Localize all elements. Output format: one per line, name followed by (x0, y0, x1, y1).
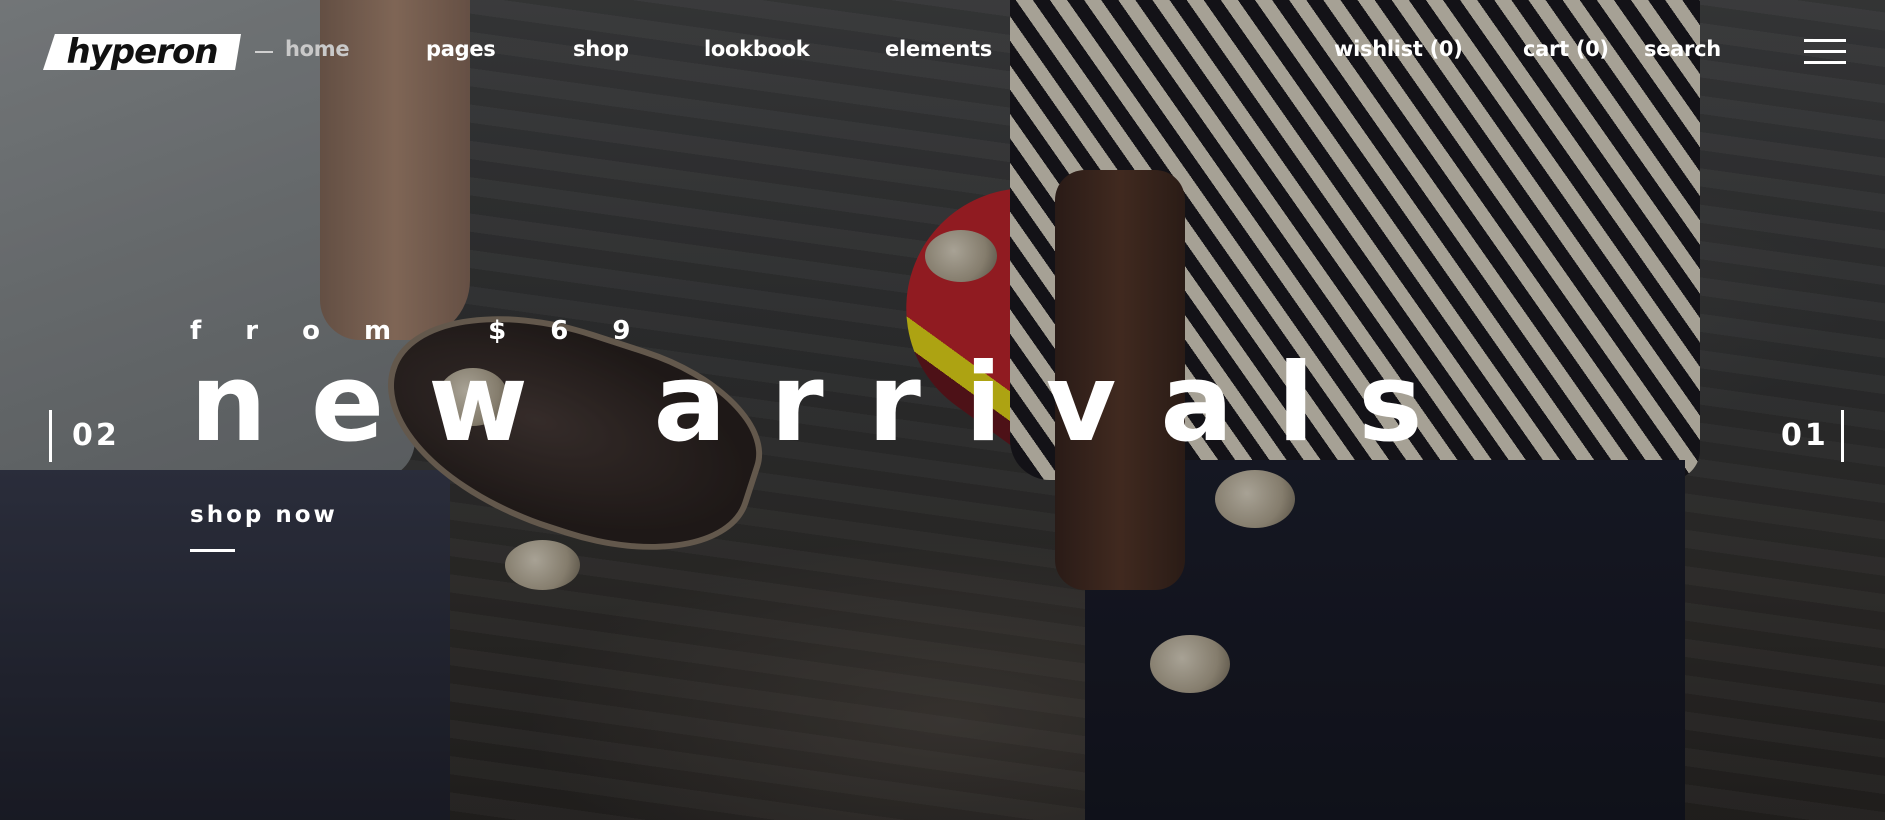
nav-link-pages[interactable]: pages (426, 37, 496, 61)
hero-headline: new arrivals (190, 341, 1467, 466)
hero-slider: hyperon home pages shop lookbook element… (0, 0, 1885, 820)
shop-now-button[interactable]: shop now (190, 502, 338, 528)
next-slide-button[interactable]: 01 (1781, 418, 1829, 453)
shop-now-underline (190, 549, 235, 552)
cart-link[interactable]: cart (0) (1523, 37, 1609, 61)
nav-link-elements[interactable]: elements (885, 37, 992, 61)
search-link[interactable]: search (1644, 37, 1721, 61)
wishlist-link[interactable]: wishlist (0) (1334, 37, 1463, 61)
next-slide-bar (1841, 410, 1844, 462)
prev-slide-bar (49, 410, 52, 462)
hamburger-menu-icon[interactable] (1804, 39, 1846, 65)
nav-link-lookbook[interactable]: lookbook (704, 37, 810, 61)
active-nav-indicator (255, 51, 273, 53)
main-navigation: hyperon home pages shop lookbook element… (0, 0, 1885, 104)
nav-link-home[interactable]: home (285, 37, 350, 61)
site-logo[interactable]: hyperon (43, 34, 241, 70)
nav-link-shop[interactable]: shop (573, 37, 629, 61)
prev-slide-button[interactable]: 02 (72, 418, 120, 453)
